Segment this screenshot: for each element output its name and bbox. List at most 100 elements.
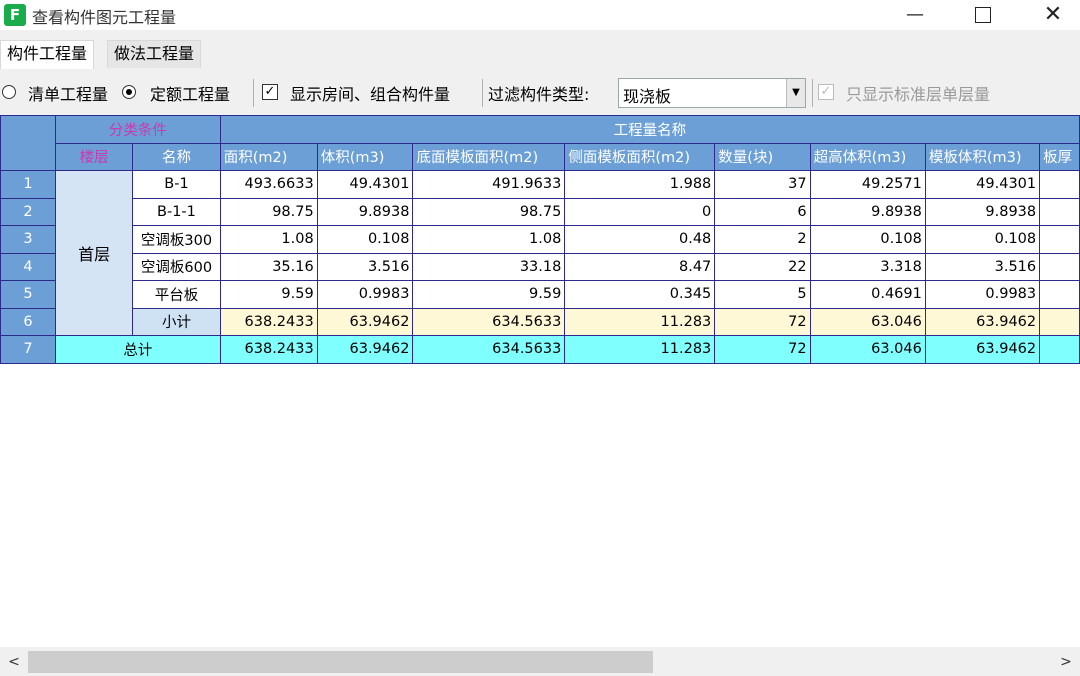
column-header-formwork-volume[interactable]: 模板体积(m3)	[924, 142, 1041, 171]
column-header-volume[interactable]: 体积(m3)	[316, 142, 414, 171]
bottom-formwork-cell[interactable]: 491.9633	[412, 170, 566, 199]
bottom-formwork-cell[interactable]: 1.08	[412, 225, 566, 254]
subtotal-row[interactable]: 6 小计 638.2433 63.9462 634.5633 11.283 72…	[0, 307, 1080, 336]
count-cell[interactable]: 5	[714, 280, 811, 309]
volume-cell[interactable]: 63.9462	[316, 335, 414, 364]
side-formwork-cell[interactable]: 0	[564, 197, 716, 226]
side-formwork-cell[interactable]: 1.988	[564, 170, 716, 199]
formwork-volume-cell[interactable]: 3.516	[924, 252, 1041, 281]
column-header-slab-thickness[interactable]: 板厚	[1039, 142, 1080, 171]
scroll-right-icon[interactable]: >	[1056, 652, 1076, 672]
side-formwork-cell[interactable]: 0.345	[564, 280, 716, 309]
table-row[interactable]: 1 首层 B-1 493.6633 49.4301 491.9633 1.988…	[0, 170, 1080, 336]
scrollbar-thumb[interactable]	[28, 651, 653, 673]
total-label[interactable]: 总计	[55, 335, 221, 364]
formwork-volume-cell[interactable]: 63.9462	[924, 307, 1041, 336]
overheight-volume-cell[interactable]: 63.046	[809, 307, 926, 336]
area-cell[interactable]: 9.59	[219, 280, 318, 309]
component-name-cell[interactable]: 空调板600	[132, 252, 221, 281]
bottom-formwork-cell[interactable]: 634.5633	[412, 335, 566, 364]
count-cell[interactable]: 2	[714, 225, 811, 254]
slab-thickness-cell[interactable]	[1039, 225, 1080, 254]
formwork-volume-cell[interactable]: 9.8938	[924, 197, 1041, 226]
overheight-volume-cell[interactable]: 9.8938	[809, 197, 926, 226]
component-name-cell[interactable]: 空调板300	[132, 225, 221, 254]
overheight-volume-cell[interactable]: 3.318	[809, 252, 926, 281]
slab-thickness-cell[interactable]	[1039, 197, 1080, 226]
row-number[interactable]: 4	[0, 252, 57, 281]
count-cell[interactable]: 72	[714, 335, 811, 364]
bottom-formwork-cell[interactable]: 33.18	[412, 252, 566, 281]
radio-quota-quantity[interactable]	[122, 85, 136, 99]
close-button[interactable]: ✕	[1030, 0, 1076, 30]
radio-bill-label[interactable]: 清单工程量	[28, 81, 108, 105]
bottom-formwork-cell[interactable]: 98.75	[412, 197, 566, 226]
scroll-left-icon[interactable]: <	[4, 652, 24, 672]
column-header-side-formwork-area[interactable]: 侧面模板面积(m2)	[564, 142, 716, 171]
slab-thickness-cell[interactable]	[1039, 170, 1080, 199]
bottom-formwork-cell[interactable]: 9.59	[412, 280, 566, 309]
table-row[interactable]: 5 平台板 9.59 0.9983 9.59 0.345 5 0.4691 0.…	[0, 280, 1080, 309]
count-cell[interactable]: 22	[714, 252, 811, 281]
count-cell[interactable]: 72	[714, 307, 811, 336]
row-number[interactable]: 3	[0, 225, 57, 254]
area-cell[interactable]: 638.2433	[219, 335, 318, 364]
show-room-checkbox[interactable]: ✓	[262, 84, 278, 100]
row-number[interactable]: 6	[0, 307, 57, 336]
component-name-cell[interactable]: B-1-1	[132, 197, 221, 226]
overheight-volume-cell[interactable]: 0.108	[809, 225, 926, 254]
filter-type-select[interactable]: 现浇板 ▼	[618, 78, 806, 108]
formwork-volume-cell[interactable]: 0.9983	[924, 280, 1041, 309]
tab-component-quantity[interactable]: 构件工程量	[0, 40, 95, 69]
subtotal-label[interactable]: 小计	[132, 307, 221, 336]
side-formwork-cell[interactable]: 11.283	[564, 335, 716, 364]
table-row[interactable]: 2 B-1-1 98.75 9.8938 98.75 0 6 9.8938 9.…	[0, 197, 1080, 226]
table-row[interactable]: 3 空调板300 1.08 0.108 1.08 0.48 2 0.108 0.…	[0, 225, 1080, 254]
formwork-volume-cell[interactable]: 0.108	[924, 225, 1041, 254]
count-cell[interactable]: 37	[714, 170, 811, 199]
volume-cell[interactable]: 0.108	[316, 225, 414, 254]
maximize-button[interactable]	[960, 0, 1006, 30]
row-number[interactable]: 2	[0, 197, 57, 226]
floor-group-cell[interactable]: 首层	[55, 170, 134, 336]
volume-cell[interactable]: 49.4301	[316, 170, 414, 199]
overheight-volume-cell[interactable]: 49.2571	[809, 170, 926, 199]
row-number[interactable]: 5	[0, 280, 57, 309]
show-room-label[interactable]: 显示房间、组合构件量	[290, 81, 450, 105]
minimize-button[interactable]: —	[892, 0, 938, 30]
area-cell[interactable]: 638.2433	[219, 307, 318, 336]
count-cell[interactable]: 6	[714, 197, 811, 226]
side-formwork-cell[interactable]: 11.283	[564, 307, 716, 336]
column-header-area[interactable]: 面积(m2)	[219, 142, 318, 171]
column-header-count[interactable]: 数量(块)	[714, 142, 811, 171]
area-cell[interactable]: 1.08	[219, 225, 318, 254]
column-header-bottom-formwork-area[interactable]: 底面模板面积(m2)	[412, 142, 566, 171]
row-number[interactable]: 1	[0, 170, 57, 199]
slab-thickness-cell[interactable]	[1039, 335, 1080, 364]
component-name-cell[interactable]: 平台板	[132, 280, 221, 309]
total-row[interactable]: 7 总计 638.2433 63.9462 634.5633 11.283 72…	[0, 335, 1080, 364]
side-formwork-cell[interactable]: 8.47	[564, 252, 716, 281]
bottom-formwork-cell[interactable]: 634.5633	[412, 307, 566, 336]
column-header-name[interactable]: 名称	[132, 142, 221, 171]
column-header-overheight-volume[interactable]: 超高体积(m3)	[809, 142, 926, 171]
formwork-volume-cell[interactable]: 63.9462	[924, 335, 1041, 364]
component-name-cell[interactable]: B-1	[132, 170, 221, 199]
volume-cell[interactable]: 63.9462	[316, 307, 414, 336]
slab-thickness-cell[interactable]	[1039, 280, 1080, 309]
horizontal-scrollbar[interactable]: < >	[0, 648, 1080, 676]
side-formwork-cell[interactable]: 0.48	[564, 225, 716, 254]
row-number[interactable]: 7	[0, 335, 57, 364]
area-cell[interactable]: 98.75	[219, 197, 318, 226]
slab-thickness-cell[interactable]	[1039, 252, 1080, 281]
tab-method-quantity[interactable]: 做法工程量	[107, 40, 202, 68]
chevron-down-icon[interactable]: ▼	[786, 79, 805, 107]
column-header-floor[interactable]: 楼层	[55, 142, 134, 171]
volume-cell[interactable]: 3.516	[316, 252, 414, 281]
slab-thickness-cell[interactable]	[1039, 307, 1080, 336]
area-cell[interactable]: 493.6633	[219, 170, 318, 199]
formwork-volume-cell[interactable]: 49.4301	[924, 170, 1041, 199]
radio-bill-quantity[interactable]	[2, 85, 16, 99]
radio-quota-label[interactable]: 定额工程量	[150, 81, 230, 105]
overheight-volume-cell[interactable]: 63.046	[809, 335, 926, 364]
